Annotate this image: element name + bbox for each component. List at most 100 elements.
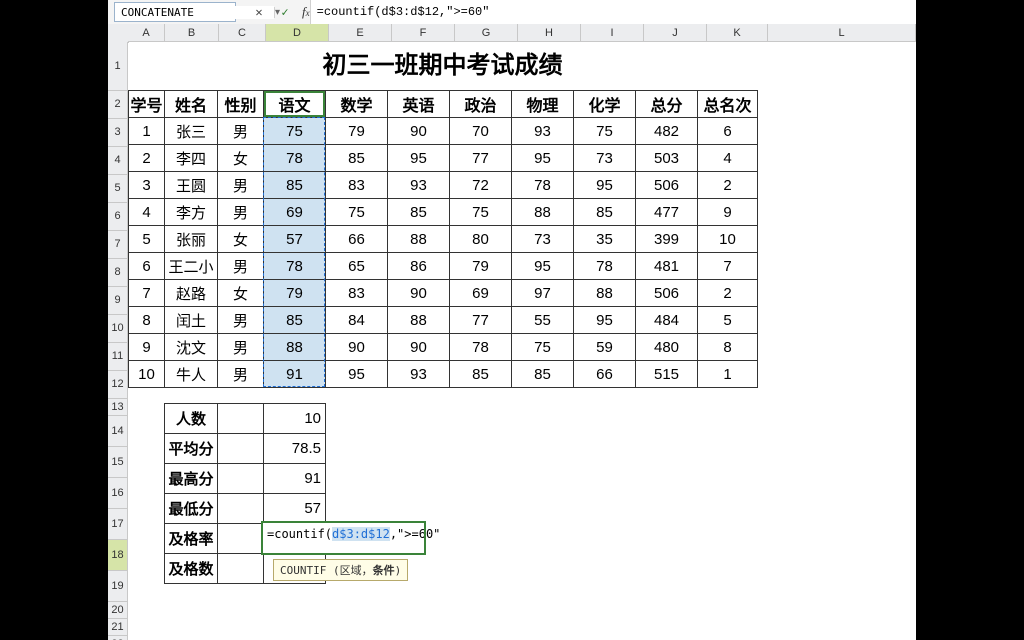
cell[interactable]: 84 [326, 307, 388, 334]
cell[interactable]: 张三 [165, 118, 218, 145]
summary-value[interactable]: 78.5 [264, 434, 326, 464]
cell[interactable]: 75 [326, 199, 388, 226]
cell[interactable]: 70 [450, 118, 512, 145]
col-header-C[interactable]: C [219, 24, 266, 42]
cell[interactable]: 73 [574, 145, 636, 172]
cell[interactable]: 83 [326, 280, 388, 307]
row-header[interactable]: 4 [108, 147, 128, 175]
cell[interactable]: 78 [264, 253, 326, 280]
col-header-B[interactable]: B [165, 24, 219, 42]
cell[interactable] [218, 404, 264, 434]
cell[interactable]: 79 [326, 118, 388, 145]
row-header[interactable]: 14 [108, 416, 128, 447]
cell[interactable]: 93 [512, 118, 574, 145]
summary-value[interactable]: 57 [264, 494, 326, 524]
cell[interactable]: 7 [698, 253, 758, 280]
cell[interactable]: 2 [129, 145, 165, 172]
cell[interactable]: 88 [574, 280, 636, 307]
row-header[interactable]: 15 [108, 447, 128, 478]
summary-value[interactable]: 91 [264, 464, 326, 494]
sheet-grid[interactable]: A B C D E F G H I J K L 1 2 3 4 5 6 7 [108, 24, 916, 640]
cell[interactable]: 55 [512, 307, 574, 334]
cell[interactable]: 66 [574, 361, 636, 388]
cell[interactable]: 65 [326, 253, 388, 280]
cell[interactable]: 10 [129, 361, 165, 388]
col-header-I[interactable]: I [581, 24, 644, 42]
cell[interactable]: 95 [512, 145, 574, 172]
fx-icon[interactable]: fx [302, 4, 310, 20]
cell[interactable]: 5 [698, 307, 758, 334]
cell[interactable]: 8 [129, 307, 165, 334]
cell[interactable]: 1 [129, 118, 165, 145]
cell[interactable]: 2 [698, 172, 758, 199]
col-header-K[interactable]: K [707, 24, 768, 42]
cell[interactable]: 10 [698, 226, 758, 253]
cell[interactable]: 59 [574, 334, 636, 361]
cell[interactable]: 503 [636, 145, 698, 172]
row-header[interactable]: 8 [108, 259, 128, 287]
cell[interactable]: 95 [574, 172, 636, 199]
cell[interactable]: 78 [574, 253, 636, 280]
cell[interactable]: 90 [388, 334, 450, 361]
col-header-L[interactable]: L [768, 24, 916, 42]
cell[interactable]: 85 [264, 307, 326, 334]
col-header-G[interactable]: G [455, 24, 518, 42]
active-cell-editor[interactable]: =countif(d$3:d$12,">=60" [263, 523, 424, 553]
select-all-corner[interactable] [108, 24, 129, 43]
cell[interactable]: 484 [636, 307, 698, 334]
col-header-E[interactable]: E [329, 24, 392, 42]
cell[interactable]: 王圆 [165, 172, 218, 199]
cell[interactable]: 88 [264, 334, 326, 361]
cell[interactable]: 男 [218, 361, 264, 388]
cell[interactable]: 88 [388, 307, 450, 334]
cell[interactable]: 男 [218, 118, 264, 145]
cell[interactable]: 李方 [165, 199, 218, 226]
row-header[interactable]: 12 [108, 371, 128, 399]
cell[interactable]: 90 [388, 280, 450, 307]
cell[interactable]: 4 [698, 145, 758, 172]
col-header-A[interactable]: A [128, 24, 165, 42]
cell[interactable]: 6 [129, 253, 165, 280]
cell[interactable]: 8 [698, 334, 758, 361]
cell[interactable]: 78 [450, 334, 512, 361]
formula-bar-input[interactable]: =countif(d$3:d$12,">=60" [310, 0, 916, 24]
cell[interactable]: 75 [574, 118, 636, 145]
row-header[interactable]: 10 [108, 315, 128, 343]
cell[interactable]: 2 [698, 280, 758, 307]
cell[interactable]: 77 [450, 145, 512, 172]
cell[interactable]: 85 [326, 145, 388, 172]
cell[interactable]: 83 [326, 172, 388, 199]
row-header[interactable]: 22 [108, 636, 128, 640]
cell[interactable]: 7 [129, 280, 165, 307]
cell[interactable]: 闰土 [165, 307, 218, 334]
cell[interactable]: 69 [264, 199, 326, 226]
cell[interactable]: 85 [450, 361, 512, 388]
cell[interactable] [218, 494, 264, 524]
cell[interactable]: 481 [636, 253, 698, 280]
cell[interactable]: 57 [264, 226, 326, 253]
cell[interactable]: 482 [636, 118, 698, 145]
cell[interactable] [218, 434, 264, 464]
name-box[interactable]: ▾ [114, 2, 236, 22]
cell[interactable]: 88 [388, 226, 450, 253]
cell[interactable] [218, 464, 264, 494]
col-header-D[interactable]: D [266, 24, 329, 42]
cell[interactable]: 75 [450, 199, 512, 226]
cell[interactable]: 88 [512, 199, 574, 226]
cell[interactable]: 女 [218, 226, 264, 253]
cell[interactable]: 90 [326, 334, 388, 361]
cell[interactable]: 73 [512, 226, 574, 253]
cell[interactable]: 97 [512, 280, 574, 307]
cell[interactable]: 5 [129, 226, 165, 253]
cell[interactable]: 王二小 [165, 253, 218, 280]
row-header[interactable]: 6 [108, 203, 128, 231]
cell[interactable]: 张丽 [165, 226, 218, 253]
cell[interactable]: 95 [512, 253, 574, 280]
row-header[interactable]: 5 [108, 175, 128, 203]
cell[interactable]: 男 [218, 253, 264, 280]
cell[interactable]: 66 [326, 226, 388, 253]
cell[interactable]: 6 [698, 118, 758, 145]
row-header[interactable]: 19 [108, 571, 128, 602]
cancel-icon[interactable]: ✕ [250, 5, 268, 19]
cell[interactable]: 515 [636, 361, 698, 388]
